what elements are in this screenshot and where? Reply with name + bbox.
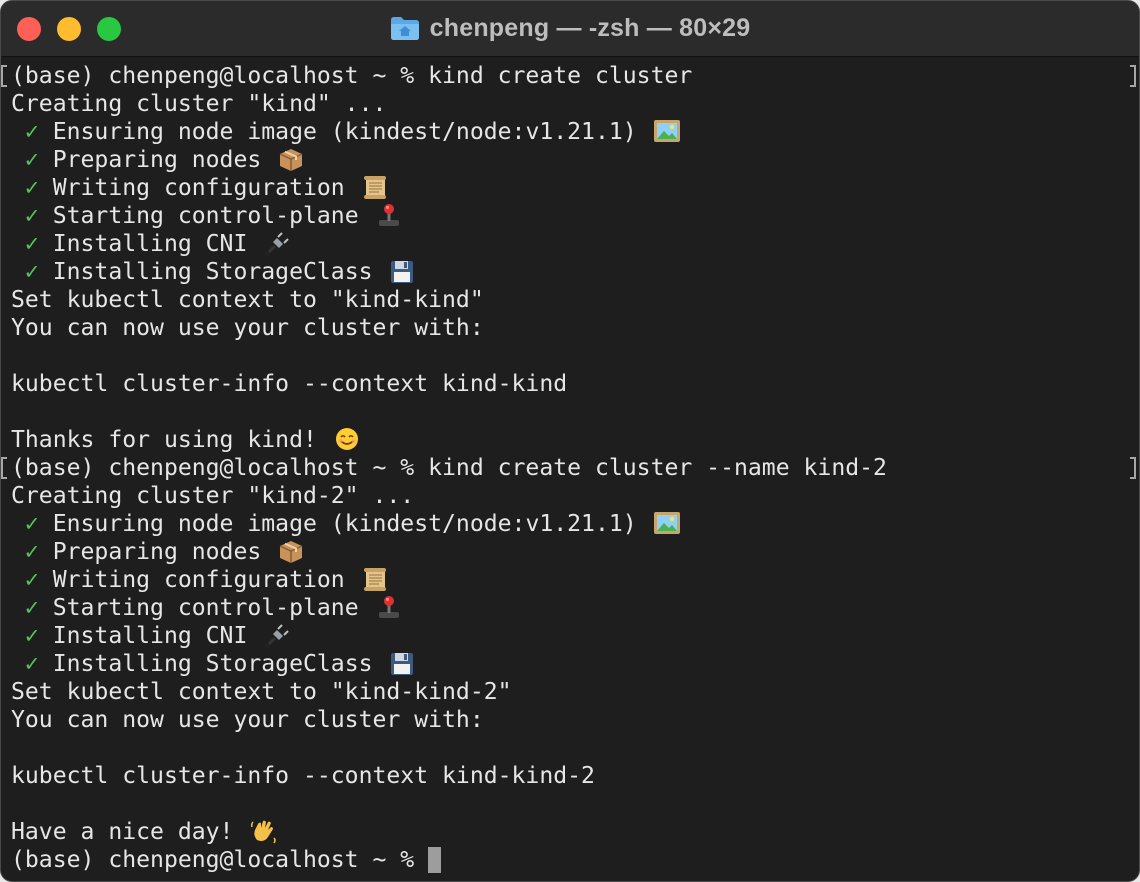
output-line: ✓ Installing CNI [11, 230, 291, 258]
output-text: Installing StorageClass [38, 259, 387, 285]
output-text: You can now use your cluster with: [11, 707, 484, 733]
output-line: ✓ Preparing nodes [11, 538, 305, 566]
checkmark-icon: ✓ [24, 147, 39, 173]
checkmark-icon: ✓ [24, 203, 39, 229]
checkmark-icon: ✓ [24, 175, 39, 201]
output-line: Thanks for using kind! [11, 426, 361, 454]
package-box-icon [279, 541, 303, 563]
framed-picture-icon [653, 512, 680, 534]
output-line: Set kubectl context to "kind-kind-2" [11, 678, 512, 706]
window-title: chenpeng — -zsh — 80×29 [429, 13, 751, 42]
terminal-output[interactable]: (base) chenpeng@localhost ~ % kind creat… [1, 61, 1139, 881]
prompt-text: (base) chenpeng@localhost ~ % [11, 63, 429, 89]
prompt-line: (base) chenpeng@localhost ~ % kind creat… [11, 62, 692, 90]
output-text: Installing StorageClass [38, 651, 387, 677]
output-text: Thanks for using kind! [11, 427, 331, 453]
prompt-mark-right [1130, 457, 1136, 479]
output-text: Have a nice day! [11, 819, 248, 845]
output-text: Preparing nodes [38, 147, 276, 173]
output-line: Creating cluster "kind-2" ... [11, 482, 414, 510]
output-line: ✓ Preparing nodes [11, 146, 305, 174]
output-text: Creating cluster "kind" ... [11, 91, 387, 117]
checkmark-icon: ✓ [24, 231, 39, 257]
framed-picture-icon [653, 120, 680, 142]
output-text: Writing configuration [38, 567, 359, 593]
output-line: ✓ Installing CNI [11, 622, 291, 650]
output-text: Starting control-plane [38, 595, 373, 621]
output-line: ✓ Ensuring node image (kindest/node:v1.2… [11, 510, 681, 538]
output-line: kubectl cluster-info --context kind-kind… [11, 762, 595, 790]
smiling-face-icon [335, 428, 358, 450]
checkmark-icon: ✓ [24, 567, 39, 593]
output-text: Installing CNI [38, 623, 262, 649]
output-line: You can now use your cluster with: [11, 706, 484, 734]
output-text: kubectl cluster-info --context kind-kind [11, 371, 568, 397]
output-line: You can now use your cluster with: [11, 314, 484, 342]
output-line: ✓ Starting control-plane [11, 202, 403, 230]
output-line: Set kubectl context to "kind-kind" [11, 286, 484, 314]
prompt-line: (base) chenpeng@localhost ~ % kind creat… [11, 454, 887, 482]
output-text: kubectl cluster-info --context kind-kind… [11, 763, 595, 789]
output-line: ✓ Starting control-plane [11, 594, 403, 622]
checkmark-icon: ✓ [24, 259, 39, 285]
output-line: ✓ Writing configuration [11, 174, 389, 202]
output-line: kubectl cluster-info --context kind-kind [11, 370, 567, 398]
command-text: kind create cluster --name kind-2 [428, 455, 887, 481]
output-text: Ensuring node image (kindest/node:v1.21.… [38, 119, 651, 145]
checkmark-icon: ✓ [24, 119, 39, 145]
output-line: ✓ Installing StorageClass [11, 258, 416, 286]
waving-hand-icon [251, 820, 277, 844]
window-title-group: chenpeng — -zsh — 80×29 [1, 13, 1139, 43]
output-line: ✓ Writing configuration [11, 566, 389, 594]
joystick-icon [378, 204, 399, 226]
output-text: Installing CNI [38, 231, 262, 257]
output-line: ✓ Ensuring node image (kindest/node:v1.2… [11, 118, 681, 146]
prompt-text: (base) chenpeng@localhost ~ % [11, 847, 429, 873]
package-box-icon [279, 149, 303, 171]
checkmark-icon: ✓ [24, 511, 39, 537]
joystick-icon [378, 596, 399, 618]
output-text: Writing configuration [38, 175, 359, 201]
scroll-icon [363, 568, 386, 591]
scroll-icon [363, 176, 386, 199]
prompt-mark-left [1, 457, 7, 479]
plug-icon [265, 624, 289, 648]
checkmark-icon: ✓ [24, 651, 39, 677]
output-text: Starting control-plane [38, 203, 373, 229]
output-text: Ensuring node image (kindest/node:v1.21.… [38, 511, 651, 537]
output-text: Set kubectl context to "kind-kind-2" [11, 679, 512, 705]
output-text: Set kubectl context to "kind-kind" [11, 287, 484, 313]
terminal-window: chenpeng — -zsh — 80×29 (base) chenpeng@… [0, 0, 1140, 882]
text-cursor[interactable] [428, 847, 442, 873]
output-line: Have a nice day! [11, 818, 277, 846]
output-line: Creating cluster "kind" ... [11, 90, 386, 118]
floppy-disk-icon [391, 261, 414, 283]
checkmark-icon: ✓ [24, 623, 39, 649]
output-text: Creating cluster "kind-2" ... [11, 483, 415, 509]
command-text: kind create cluster [428, 63, 693, 89]
output-text: You can now use your cluster with: [11, 315, 484, 341]
prompt-mark-right [1130, 65, 1136, 87]
title-bar[interactable]: chenpeng — -zsh — 80×29 [1, 1, 1139, 57]
prompt-line: (base) chenpeng@localhost ~ % [11, 846, 442, 874]
prompt-text: (base) chenpeng@localhost ~ % [11, 455, 429, 481]
output-line: ✓ Installing StorageClass [11, 650, 416, 678]
checkmark-icon: ✓ [24, 595, 39, 621]
prompt-mark-left [1, 65, 7, 87]
output-text: Preparing nodes [38, 539, 276, 565]
checkmark-icon: ✓ [24, 539, 39, 565]
home-folder-icon [390, 17, 419, 40]
floppy-disk-icon [391, 653, 414, 675]
plug-icon [265, 232, 289, 256]
